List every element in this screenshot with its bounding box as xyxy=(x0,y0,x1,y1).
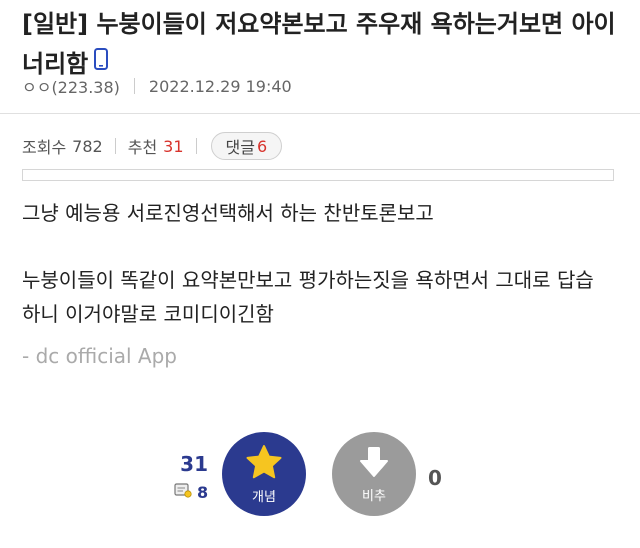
post-meta: ㅇㅇ(223.38) 2022.12.29 19:40 xyxy=(22,74,292,98)
recommend-total: 31 xyxy=(180,452,208,476)
content-frame xyxy=(22,169,614,181)
recommend-stat-count: 31 xyxy=(163,136,184,156)
fixed-count-icon xyxy=(174,482,192,502)
body-line-3: 하니 이거야말로 코미디이긴함 xyxy=(22,302,274,326)
post-title-text: [일반] 누붕이들이 저요약본보고 주우재 욕하는거보면 아이너리함 xyxy=(22,10,616,78)
recommend-label: 추천 xyxy=(127,138,158,157)
downvote-button[interactable]: 비추 xyxy=(332,432,416,516)
comments-label: 댓글 xyxy=(225,138,255,157)
views-label: 조회수 xyxy=(22,138,67,157)
body-line-1: 그냥 예능용 서로진영선택해서 하는 찬반토론보고 xyxy=(22,201,434,225)
app-signature: - dc official App xyxy=(22,344,177,368)
down-arrow-icon xyxy=(359,445,389,483)
recommend-button-label: 개념 xyxy=(252,489,276,505)
post-view: [일반] 누붕이들이 저요약본보고 주우재 욕하는거보면 아이너리함 ㅇㅇ(22… xyxy=(0,0,640,548)
views-count: 782 xyxy=(72,136,103,156)
comments-button[interactable]: 댓글 6 xyxy=(210,132,283,160)
post-date: 2022.12.29 19:40 xyxy=(148,76,292,96)
downvote-button-label: 비추 xyxy=(362,488,386,504)
header-divider xyxy=(0,113,640,114)
fixed-count-value: 8 xyxy=(197,482,209,502)
post-stats: 조회수 782 추천 31 댓글 6 xyxy=(22,132,283,160)
star-icon xyxy=(245,444,283,484)
stats-divider xyxy=(114,138,116,154)
fixed-recommend: 8 xyxy=(174,482,208,502)
author-name[interactable]: ㅇㅇ(223.38) xyxy=(22,74,120,98)
stats-divider xyxy=(195,138,197,154)
post-title: [일반] 누붕이들이 저요약본보고 주우재 욕하는거보면 아이너리함 xyxy=(22,4,622,84)
downvote-count: 0 xyxy=(428,466,442,490)
body-line-2: 누붕이들이 똑같이 요약본만보고 평가하는짓을 욕하면서 그대로 답습 xyxy=(22,268,594,292)
comments-count: 6 xyxy=(256,136,268,156)
recommend-button[interactable]: 개념 xyxy=(222,432,306,516)
meta-divider xyxy=(133,78,135,94)
